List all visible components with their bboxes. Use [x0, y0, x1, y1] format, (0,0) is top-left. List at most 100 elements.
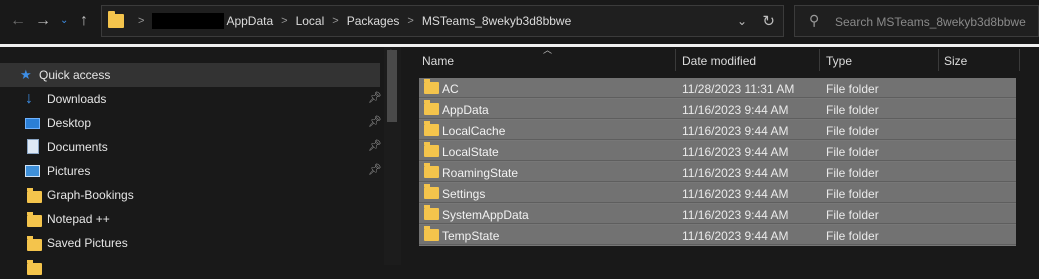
folder-icon	[424, 205, 439, 220]
nav-item-documents[interactable]: Documents 📌︎	[0, 135, 382, 159]
nav-item-graph-bookings[interactable]: Graph-Bookings	[0, 183, 380, 207]
file-type: File folder	[826, 124, 879, 138]
table-row[interactable]: LocalState 11/16/2023 9:44 AM File folde…	[419, 141, 1016, 161]
pin-icon[interactable]: 📌︎	[368, 163, 382, 176]
folder-icon	[424, 79, 439, 94]
redacted-segment	[152, 13, 225, 29]
recent-locations-chevron-icon[interactable]: ⌄	[60, 12, 68, 30]
up-arrow-icon[interactable]: ↑	[80, 12, 88, 30]
file-name: AC	[442, 82, 459, 96]
folder-icon	[424, 184, 439, 199]
column-header-label: Type	[826, 54, 853, 68]
file-type: File folder	[826, 82, 879, 96]
file-name: RoamingState	[442, 166, 519, 180]
breadcrumb-item[interactable]: Local	[296, 14, 325, 28]
column-header-type[interactable]: Type	[820, 47, 938, 73]
nav-item-label: Pictures	[47, 164, 91, 178]
nav-item-label: Downloads	[47, 92, 107, 106]
breadcrumb: > AppData > Local > Packages > MSTeams_8…	[130, 6, 571, 36]
search-input[interactable]: ⚲ Search MSTeams_8wekyb3d8bbwe	[794, 5, 1039, 37]
file-date: 11/16/2023 9:44 AM	[682, 208, 789, 222]
file-date: 11/28/2023 11:31 AM	[682, 82, 795, 96]
chevron-right-icon[interactable]: >	[138, 15, 144, 27]
nav-item-pictures[interactable]: Pictures 📌︎	[0, 159, 382, 183]
nav-item-label: Quick access	[39, 68, 111, 82]
nav-item-saved-pictures[interactable]: Saved Pictures	[0, 231, 380, 255]
nav-scrollbar-thumb[interactable]	[387, 50, 397, 122]
file-date: 11/16/2023 9:44 AM	[682, 166, 789, 180]
table-row[interactable]: AppData 11/16/2023 9:44 AM File folder	[419, 99, 1016, 119]
download-icon: ↓	[25, 90, 33, 107]
file-type: File folder	[826, 166, 879, 180]
folder-icon	[108, 11, 124, 28]
file-date: 11/16/2023 9:44 AM	[682, 229, 789, 243]
folder-icon	[424, 226, 439, 241]
file-name: SystemAppData	[442, 208, 529, 222]
folder-icon	[25, 259, 42, 275]
file-name: LocalCache	[442, 124, 506, 138]
nav-item-label: Documents	[47, 140, 108, 154]
documents-icon	[25, 139, 41, 155]
file-date: 11/16/2023 9:44 AM	[682, 103, 789, 117]
chevron-down-icon[interactable]: ⌄	[737, 14, 747, 28]
pictures-icon	[25, 163, 41, 179]
nav-item-label: Graph-Bookings	[47, 188, 134, 202]
nav-item-label: Desktop	[47, 116, 92, 130]
file-type: File folder	[826, 103, 879, 117]
folder-icon	[25, 187, 42, 203]
desktop-icon	[25, 115, 41, 131]
search-icon: ⚲	[809, 12, 820, 28]
nav-item-quick-access[interactable]: ★ Quick access	[0, 63, 380, 87]
table-row[interactable]: SystemAppData 11/16/2023 9:44 AM File fo…	[419, 204, 1016, 224]
folder-icon	[25, 211, 42, 227]
address-bar[interactable]: > AppData > Local > Packages > MSTeams_8…	[101, 5, 784, 37]
navigation-pane: ★ Quick access ↓ Downloads 📌︎ Desktop 📌︎…	[0, 47, 403, 275]
pin-icon[interactable]: 📌︎	[368, 139, 382, 152]
nav-item-desktop[interactable]: Desktop 📌︎	[0, 111, 382, 135]
nav-item-downloads[interactable]: ↓ Downloads 📌︎	[0, 87, 382, 111]
breadcrumb-item[interactable]: Packages	[347, 14, 400, 28]
column-header-label: Size	[944, 54, 968, 68]
breadcrumb-item[interactable]: AppData	[226, 14, 273, 28]
table-row[interactable]: LocalCache 11/16/2023 9:44 AM File folde…	[419, 120, 1016, 140]
chevron-right-icon[interactable]: >	[332, 15, 338, 27]
file-name: AppData	[442, 103, 489, 117]
refresh-icon[interactable]: ↻	[762, 12, 775, 30]
nav-item-notepad[interactable]: Notepad ++	[0, 207, 380, 231]
file-date: 11/16/2023 9:44 AM	[682, 145, 789, 159]
search-placeholder: Search MSTeams_8wekyb3d8bbwe	[835, 15, 1026, 29]
nav-item-label: Notepad ++	[47, 212, 110, 226]
forward-arrow-icon[interactable]: →	[35, 12, 51, 30]
file-type: File folder	[826, 145, 879, 159]
file-date: 11/16/2023 9:44 AM	[682, 124, 789, 138]
nav-item-partial[interactable]	[0, 255, 380, 279]
table-row[interactable]: RoamingState 11/16/2023 9:44 AM File fol…	[419, 162, 1016, 182]
file-rows: AC 11/28/2023 11:31 AM File folder AppDa…	[419, 78, 1016, 246]
file-name: Settings	[442, 187, 486, 201]
breadcrumb-item[interactable]: MSTeams_8wekyb3d8bbwe	[422, 14, 571, 28]
column-header-label: Date modified	[682, 54, 757, 68]
file-date: 11/16/2023 9:44 AM	[682, 187, 789, 201]
file-name: TempState	[442, 229, 500, 243]
table-row[interactable]: Settings 11/16/2023 9:44 AM File folder	[419, 183, 1016, 203]
folder-icon	[424, 163, 439, 178]
file-name: LocalState	[442, 145, 499, 159]
folder-icon	[424, 121, 439, 136]
back-arrow-icon[interactable]: ←	[10, 12, 26, 30]
column-header-date[interactable]: Date modified	[676, 47, 819, 73]
folder-icon	[25, 235, 42, 251]
pin-icon[interactable]: 📌︎	[368, 91, 382, 104]
file-list: ︿ Name Date modified Type Size AC 11/28/…	[403, 45, 1039, 265]
chevron-right-icon[interactable]: >	[407, 15, 413, 27]
column-header-size[interactable]: Size	[939, 47, 1019, 73]
toolbar: ← → ⌄ ↑ > AppData > Local > Packages > M…	[0, 0, 1039, 44]
pin-icon[interactable]: 📌︎	[368, 115, 382, 128]
table-row[interactable]: TempState 11/16/2023 9:44 AM File folder	[419, 225, 1016, 245]
chevron-right-icon[interactable]: >	[281, 15, 287, 27]
star-icon: ★	[20, 67, 32, 82]
file-type: File folder	[826, 229, 879, 243]
column-header-name[interactable]: Name	[403, 47, 675, 73]
folder-icon	[424, 142, 439, 157]
table-row[interactable]: AC 11/28/2023 11:31 AM File folder	[419, 78, 1016, 98]
column-divider[interactable]	[1019, 49, 1020, 71]
